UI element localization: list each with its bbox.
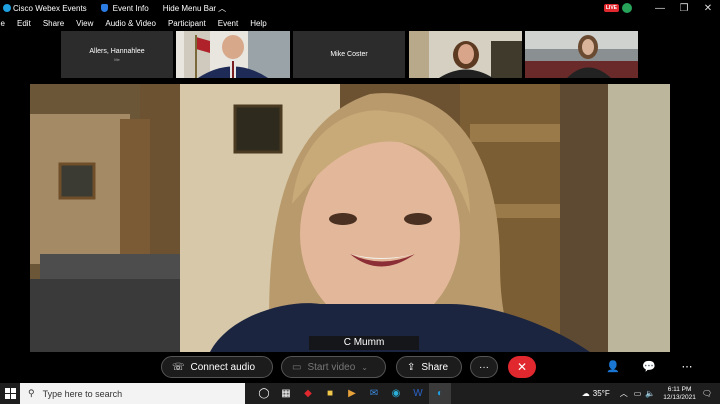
speaker-name-label: C Mumm	[309, 336, 419, 350]
tray-overflow-icon[interactable]: ︿	[620, 388, 628, 399]
menu-bar: ile Edit Share View Audio & Video Partic…	[0, 16, 720, 30]
leave-event-button[interactable]: ✕	[508, 356, 536, 378]
share-icon: ⇪	[407, 361, 416, 373]
taskbar-clock[interactable]: 6:11 PM 12/13/2021	[663, 386, 696, 402]
participant-video-thumbnail[interactable]	[525, 31, 638, 78]
headset-icon: ☏	[172, 361, 185, 373]
close-icon[interactable]: ✕	[696, 3, 720, 14]
menu-file[interactable]: ile	[0, 19, 5, 28]
menu-edit[interactable]: Edit	[17, 19, 31, 28]
menu-audio-video[interactable]: Audio & Video	[105, 19, 156, 28]
participant-sub: Me	[114, 56, 120, 62]
live-badge: LIVE	[603, 4, 619, 12]
mail-icon[interactable]: ✉	[363, 383, 385, 404]
chevron-down-icon[interactable]: ⌄	[361, 363, 368, 372]
clock-date: 12/13/2021	[663, 393, 696, 401]
taskbar-search-box[interactable]: ⚲ Type here to search	[20, 383, 245, 404]
acrobat-icon[interactable]: ◆	[297, 383, 319, 404]
participant-tile[interactable]: Allers, Hannahlee Me	[61, 31, 173, 78]
main-speaker-video[interactable]	[30, 84, 670, 352]
menu-help[interactable]: Help	[250, 19, 266, 28]
share-label: Share	[421, 361, 449, 373]
file-explorer-icon[interactable]: ■	[319, 383, 341, 404]
media-player-icon[interactable]: ▶	[341, 383, 363, 404]
search-icon: ⚲	[28, 388, 35, 398]
connection-status-icon	[622, 3, 632, 13]
participant-video-image	[525, 31, 638, 78]
more-panels-icon[interactable]: ⋯	[676, 356, 698, 378]
connect-audio-button[interactable]: ☏ Connect audio	[161, 356, 273, 378]
menu-participant[interactable]: Participant	[168, 19, 206, 28]
participant-video-thumbnail[interactable]	[176, 31, 290, 78]
event-info-icon[interactable]	[100, 4, 108, 12]
participant-name: Allers, Hannahlee	[89, 47, 145, 55]
speaker-video-image	[30, 84, 670, 352]
widgets-icon[interactable]: ▦	[275, 383, 297, 404]
title-bar: Cisco Webex Events Event Info Hide Menu …	[0, 0, 720, 16]
menu-event[interactable]: Event	[218, 19, 238, 28]
task-view-icon[interactable]: ◯	[253, 383, 275, 404]
menu-view[interactable]: View	[76, 19, 93, 28]
participant-name: Mike Coster	[330, 51, 368, 58]
app-title: Cisco Webex Events	[13, 3, 87, 13]
share-button[interactable]: ⇪ Share	[396, 356, 462, 378]
participants-panel-icon[interactable]: 👤	[602, 356, 624, 378]
word-icon[interactable]: W	[407, 383, 429, 404]
network-icon[interactable]: ▭	[634, 389, 642, 398]
clock-time: 6:11 PM	[667, 385, 692, 393]
more-options-button[interactable]: ···	[470, 356, 498, 378]
weather-icon[interactable]: ☁	[582, 389, 590, 398]
start-video-label: Start video	[307, 361, 356, 373]
windows-start-icon[interactable]	[0, 383, 20, 404]
webex-logo-icon	[3, 4, 11, 12]
participant-video-image	[176, 31, 290, 78]
webex-taskbar-icon[interactable]: ◐	[429, 383, 451, 404]
event-info-button[interactable]: Event Info	[113, 4, 149, 13]
restore-icon[interactable]: ❐	[672, 3, 696, 14]
camera-icon: ▭	[292, 361, 302, 373]
volume-icon[interactable]: 🔈	[645, 389, 655, 398]
participant-tile[interactable]: Mike Coster	[293, 31, 405, 78]
system-tray: ☁ 35°F ︿ ▭ 🔈 6:11 PM 12/13/2021 🗨	[582, 383, 720, 404]
minimize-icon[interactable]: —	[648, 3, 672, 14]
edge-browser-icon[interactable]: ◉	[385, 383, 407, 404]
participant-video-thumbnail[interactable]	[409, 31, 522, 78]
chevron-up-icon[interactable]: ︿	[218, 3, 226, 14]
hide-menu-bar-button[interactable]: Hide Menu Bar	[163, 4, 216, 13]
chat-panel-icon[interactable]: 💬	[638, 356, 660, 378]
weather-temperature[interactable]: 35°F	[593, 389, 610, 398]
menu-share[interactable]: Share	[43, 19, 64, 28]
more-icon: ···	[479, 361, 489, 373]
notifications-icon[interactable]: 🗨	[702, 389, 712, 398]
participant-video-image	[409, 31, 522, 78]
start-video-button[interactable]: ▭ Start video ⌄	[281, 356, 386, 378]
search-placeholder: Type here to search	[42, 388, 123, 399]
connect-audio-label: Connect audio	[190, 361, 256, 373]
